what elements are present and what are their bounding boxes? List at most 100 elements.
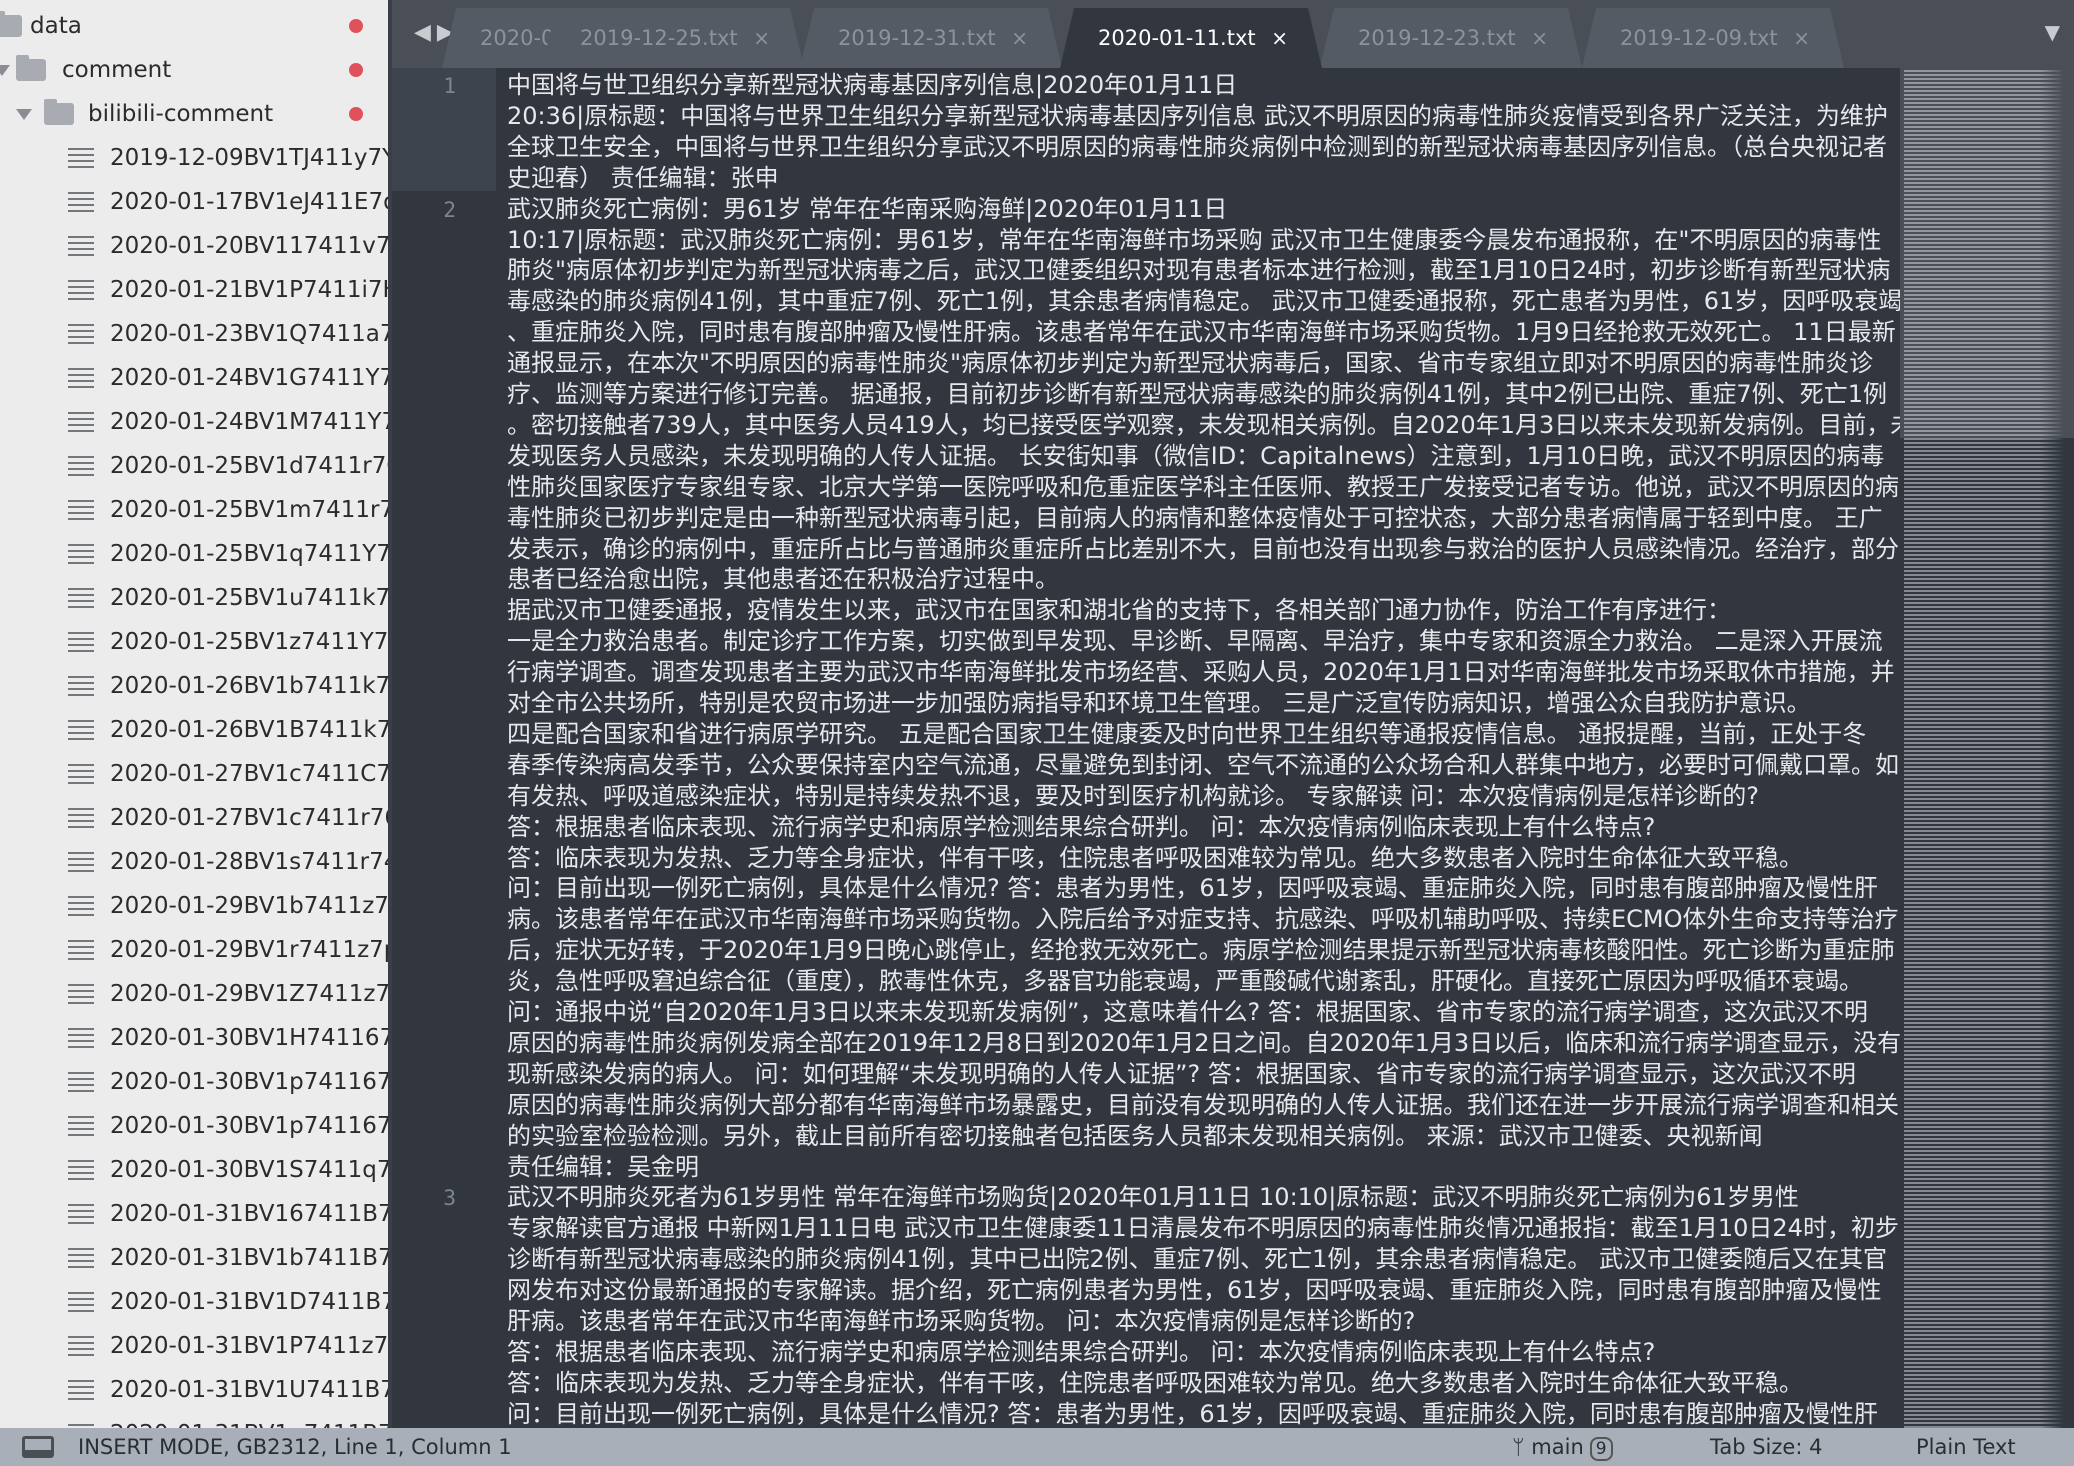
- file-item[interactable]: 2020-01-21BV1P7411i7H: [0, 268, 392, 312]
- file-name: 2020-01-17BV1eJ411E7q: [110, 189, 392, 215]
- tab-size[interactable]: Tab Size: 4: [1710, 1435, 1822, 1459]
- folder-comment[interactable]: comment: [0, 48, 392, 92]
- file-item[interactable]: 2020-01-25BV1m7411r7j: [0, 488, 392, 532]
- file-item[interactable]: 2020-01-24BV1M7411Y7: [0, 400, 392, 444]
- syntax-selector[interactable]: Plain Text: [1916, 1435, 2016, 1459]
- tab-2019-12-23-txt[interactable]: 2019-12-23.txt ×: [1320, 8, 1582, 68]
- chevron-down-icon[interactable]: [16, 108, 32, 120]
- text-file-icon: [68, 368, 94, 388]
- tab-close-icon[interactable]: ×: [1793, 26, 1810, 50]
- file-name: 2020-01-30BV1H741167: [110, 1025, 392, 1051]
- text-file-icon: [68, 456, 94, 476]
- tab-close-icon[interactable]: ×: [1271, 26, 1288, 50]
- text-file-icon: [68, 500, 94, 520]
- minimap-viewport[interactable]: [1900, 68, 2074, 438]
- file-item[interactable]: 2020-01-29BV1Z7411z7i: [0, 972, 392, 1016]
- folder-label: bilibili-comment: [88, 101, 274, 127]
- file-item[interactable]: 2019-12-09BV1TJ411y7Y: [0, 136, 392, 180]
- file-item[interactable]: 2020-01-28BV1s7411r74: [0, 840, 392, 884]
- file-name: 2020-01-27BV1c7411C77: [110, 761, 392, 787]
- text-row: 答：根据患者临床表现、流行病学史和病原学检测结果综合研判。 问：本次疫情病例临床…: [507, 812, 1656, 841]
- text-row: 网发布对这份最新通报的专家解读。据介绍，死亡病例患者为男性，61岁，因呼吸衰竭、…: [507, 1276, 1882, 1305]
- file-item[interactable]: 2020-01-29BV1r7411z7p: [0, 928, 392, 972]
- file-item[interactable]: 2020-01-23BV1Q7411a73: [0, 312, 392, 356]
- modified-dot: [349, 107, 363, 121]
- text-row: 、重症肺炎入院，同时患有腹部肿瘤及慢性肝病。该患者常年在武汉市华南海鲜市场采购货…: [507, 318, 1896, 347]
- text-file-icon: [68, 1116, 94, 1136]
- text-row: 10:17|原标题：武汉肺炎死亡病例：男61岁，常年在华南海鲜市场采购 武汉市卫…: [507, 225, 1882, 254]
- file-item[interactable]: 2020-01-31BV167411B7V: [0, 1192, 392, 1236]
- text-row: 后，症状无好转，于2020年1月9日晚心跳停止，经抢救无效死亡。病原学检测结果提…: [507, 936, 1895, 965]
- tab-label: 2020-0: [480, 26, 555, 50]
- text-file-icon: [68, 1028, 94, 1048]
- git-branch[interactable]: ᛘ main 9: [1512, 1435, 1613, 1461]
- text-row: 发表示，确诊的病例中，重症所占比与普通肺炎重症所占比差别不大，目前也没有出现参与…: [507, 534, 1899, 563]
- file-item[interactable]: 2020-01-27BV1c7411r76: [0, 796, 392, 840]
- tab-2019-12-31-txt[interactable]: 2019-12-31.txt ×: [800, 8, 1062, 68]
- text-file-icon: [68, 1336, 94, 1356]
- file-name: 2020-01-26BV1b7411k79: [110, 673, 392, 699]
- tab-close-icon[interactable]: ×: [753, 26, 770, 50]
- file-item[interactable]: 2020-01-27BV1c7411C77: [0, 752, 392, 796]
- text-file-icon: [68, 1380, 94, 1400]
- file-item[interactable]: 2020-01-31BV1U7411B7K: [0, 1368, 392, 1412]
- tab-2019-12-25-txt[interactable]: 2019-12-25.txt ×: [542, 8, 804, 68]
- file-name: 2020-01-31BV167411B7V: [110, 1201, 392, 1227]
- text-row: 20:36|原标题：中国将与世界卫生组织分享新型冠状病毒基因序列信息 武汉不明原…: [507, 101, 1888, 130]
- file-item[interactable]: 2020-01-25BV1q7411Y7J: [0, 532, 392, 576]
- file-item[interactable]: 2020-01-30BV1p741167A: [0, 1060, 392, 1104]
- text-row: 患者已经治愈出院，其他患者还在积极治疗过程中。: [507, 565, 1059, 594]
- text-file-icon: [68, 148, 94, 168]
- text-file-icon: [68, 412, 94, 432]
- file-item[interactable]: 2020-01-26BV1B7411k7Y: [0, 708, 392, 752]
- file-sidebar: data comment bilibili-comment 2019-12-09…: [0, 0, 392, 1428]
- file-name: 2020-01-30BV1p741167A: [110, 1069, 392, 1095]
- file-item[interactable]: 2020-01-30BV1p741167e: [0, 1104, 392, 1148]
- text-row: 武汉不明肺炎死者为61岁男性 常年在海鲜市场购货|2020年01月11日 10:…: [507, 1183, 1799, 1212]
- text-editor[interactable]: 1 中国将与世卫组织分享新型冠状病毒基因序列信息|2020年01月11日 20:36…: [392, 68, 1900, 1428]
- text-row: 责任编辑：吴金明: [507, 1152, 699, 1181]
- minimap[interactable]: [1900, 68, 2074, 1428]
- text-file-icon: [68, 632, 94, 652]
- folder-bilibili-comment[interactable]: bilibili-comment: [0, 92, 392, 136]
- tab-close-icon[interactable]: ×: [1011, 26, 1028, 50]
- tab-dropdown-icon[interactable]: ▼: [2045, 20, 2060, 44]
- file-item[interactable]: 2020-01-31BV1..7411B7: [0, 1412, 392, 1428]
- file-name: 2020-01-29BV1Z7411z7i: [110, 981, 392, 1007]
- chevron-down-icon[interactable]: [0, 64, 10, 76]
- file-item[interactable]: 2020-01-31BV1P7411z7Z: [0, 1324, 392, 1368]
- file-item[interactable]: 2020-01-30BV1H741167: [0, 1016, 392, 1060]
- file-item[interactable]: 2020-01-25BV1z7411Y7t: [0, 620, 392, 664]
- file-item[interactable]: 2020-01-25BV1u7411k77: [0, 576, 392, 620]
- text-row: 性肺炎国家医疗专家组专家、北京大学第一医院呼吸和危重症医学科主任医师、教授王广发…: [507, 472, 1899, 501]
- text-row: 行病学调查。调查发现患者主要为武汉市华南海鲜批发市场经营、采购人员，2020年1…: [507, 658, 1895, 687]
- text-file-icon: [68, 1160, 94, 1180]
- file-name: 2020-01-25BV1d7411r7Q: [110, 453, 392, 479]
- text-row: 问：目前出现一例死亡病例，具体是什么情况? 答：患者为男性，61岁，因呼吸衰竭、…: [507, 1399, 1878, 1428]
- text-file-icon: [68, 764, 94, 784]
- file-name: 2020-01-30BV1S7411q7v: [110, 1157, 392, 1183]
- file-name: 2020-01-31BV1..7411B7: [110, 1421, 392, 1428]
- panel-toggle-icon[interactable]: [22, 1436, 54, 1458]
- text-file-icon: [68, 984, 94, 1004]
- file-item[interactable]: 2020-01-31BV1D7411B7a: [0, 1280, 392, 1324]
- file-item[interactable]: 2020-01-31BV1b7411B7a: [0, 1236, 392, 1280]
- text-row: 问：通报中说“自2020年1月3日以来未发现新发病例”，这意味着什么? 答：根据…: [507, 998, 1868, 1026]
- file-item[interactable]: 2020-01-26BV1b7411k79: [0, 664, 392, 708]
- file-item[interactable]: 2020-01-24BV1G7411Y7J: [0, 356, 392, 400]
- text-row: 的实验室检验检测。另外，截止目前所有密切接触者包括医务人员都未发现相关病例。 来…: [507, 1121, 1763, 1150]
- tab-label: 2019-12-09.txt: [1620, 26, 1778, 50]
- file-item[interactable]: 2020-01-17BV1eJ411E7q: [0, 180, 392, 224]
- file-item[interactable]: 2020-01-29BV1b7411z7B: [0, 884, 392, 928]
- file-item[interactable]: 2020-01-30BV1S7411q7v: [0, 1148, 392, 1192]
- tab-close-icon[interactable]: ×: [1531, 26, 1548, 50]
- tab-2020-01-11-txt[interactable]: 2020-01-11.txt ×: [1060, 8, 1322, 68]
- file-item[interactable]: 2020-01-25BV1d7411r7Q: [0, 444, 392, 488]
- file-item[interactable]: 2020-01-20BV117411v78: [0, 224, 392, 268]
- branch-icon: ᛘ: [1512, 1435, 1525, 1459]
- folder-data[interactable]: data: [0, 4, 392, 48]
- tab-2019-12-09-txt[interactable]: 2019-12-09.txt ×: [1582, 8, 1844, 68]
- text-file-icon: [68, 808, 94, 828]
- folder-icon: [16, 55, 46, 81]
- text-row: 现新感染发病的病人。 问：如何理解“未发现明确的人传人证据”? 答：根据国家、省…: [507, 1059, 1856, 1088]
